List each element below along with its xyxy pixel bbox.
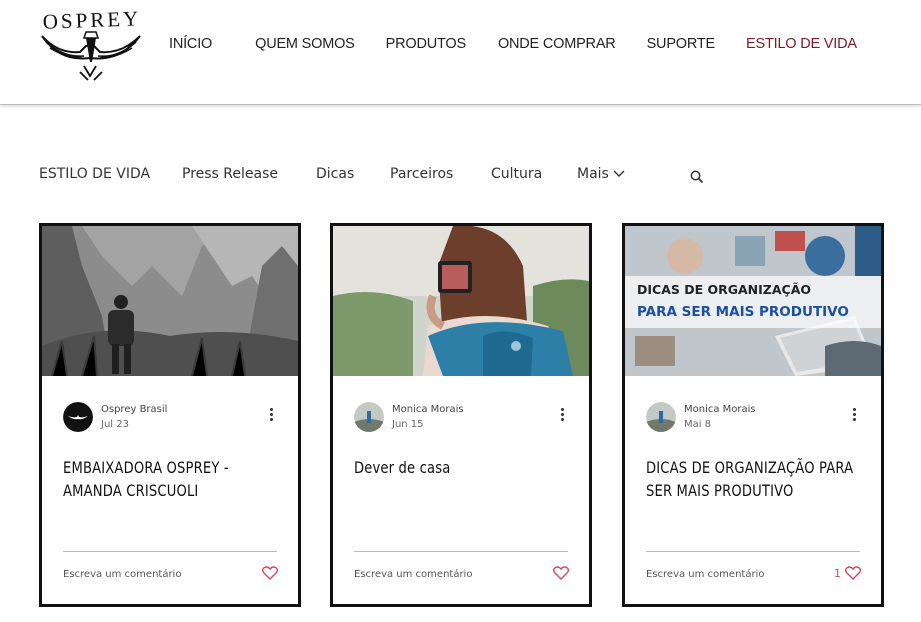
like-count: 1 bbox=[834, 566, 841, 580]
like-button[interactable] bbox=[549, 566, 569, 580]
nav-item-estilo-de-vida[interactable]: ESTILO DE VIDA bbox=[746, 36, 857, 52]
post-cover-image[interactable]: DICAS DE ORGANIZAÇÃO PARA SER MAIS PRODU… bbox=[625, 226, 881, 376]
main-nav: INÍCIO QUEM SOMOS PRODUTOS ONDE COMPRAR … bbox=[169, 36, 857, 52]
image-text-line2: PARA SER MAIS PRODUTIVO bbox=[637, 304, 849, 320]
like-button[interactable] bbox=[258, 566, 278, 580]
post-more-options-icon[interactable] bbox=[851, 408, 857, 424]
osprey-logo[interactable]: OSPREY bbox=[40, 6, 142, 84]
write-comment-link[interactable]: Escreva um comentário bbox=[646, 569, 764, 580]
post-card-body: Monica Morais Jun 15 Dever de casa Escre… bbox=[333, 376, 589, 604]
search-button[interactable] bbox=[690, 170, 706, 186]
post-cover-image[interactable] bbox=[42, 226, 298, 376]
category-more-button[interactable]: Mais bbox=[577, 166, 625, 182]
post-card[interactable]: Osprey Brasil Jul 23 EMBAIXADORA OSPREY … bbox=[39, 223, 301, 607]
heart-icon bbox=[845, 566, 861, 580]
osprey-bird-icon bbox=[41, 31, 141, 81]
post-date: Jun 15 bbox=[392, 419, 424, 430]
post-more-options-icon[interactable] bbox=[268, 408, 274, 424]
category-dicas[interactable]: Dicas bbox=[316, 166, 354, 182]
category-estilo-de-vida[interactable]: ESTILO DE VIDA bbox=[39, 166, 150, 182]
post-title[interactable]: Dever de casa bbox=[354, 456, 574, 479]
category-cultura[interactable]: Cultura bbox=[491, 166, 542, 182]
author-avatar[interactable] bbox=[646, 402, 676, 432]
post-card[interactable]: DICAS DE ORGANIZAÇÃO PARA SER MAIS PRODU… bbox=[622, 223, 884, 607]
author-name[interactable]: Monica Morais bbox=[684, 404, 756, 415]
divider bbox=[63, 551, 277, 552]
post-more-options-icon[interactable] bbox=[559, 408, 565, 424]
nav-item-onde-comprar[interactable]: ONDE COMPRAR bbox=[498, 36, 616, 52]
write-comment-link[interactable]: Escreva um comentário bbox=[63, 569, 181, 580]
post-date: Mai 8 bbox=[684, 419, 712, 430]
image-text-line1: DICAS DE ORGANIZAÇÃO bbox=[637, 282, 811, 297]
post-cover-image[interactable] bbox=[333, 226, 589, 376]
nav-item-suporte[interactable]: SUPORTE bbox=[647, 36, 716, 52]
post-card-body: Monica Morais Mai 8 DICAS DE ORGANIZAÇÃO… bbox=[625, 376, 881, 604]
write-comment-link[interactable]: Escreva um comentário bbox=[354, 569, 472, 580]
category-press-release[interactable]: Press Release bbox=[182, 166, 278, 182]
divider bbox=[646, 551, 860, 552]
like-button[interactable]: 1 bbox=[834, 566, 861, 580]
heart-icon bbox=[553, 566, 569, 580]
site-header: OSPREY INÍCIO QUEM SOMOS PRODUTOS ONDE C… bbox=[0, 0, 921, 105]
blog-category-menu: ESTILO DE VIDA Press Release Dicas Parce… bbox=[39, 166, 719, 186]
post-date: Jul 23 bbox=[101, 419, 129, 430]
author-name[interactable]: Monica Morais bbox=[392, 404, 464, 415]
search-icon bbox=[690, 170, 704, 184]
author-name[interactable]: Osprey Brasil bbox=[101, 404, 167, 415]
author-avatar[interactable] bbox=[354, 402, 384, 432]
nav-item-quem-somos[interactable]: QUEM SOMOS bbox=[255, 36, 355, 52]
post-card[interactable]: Monica Morais Jun 15 Dever de casa Escre… bbox=[330, 223, 592, 607]
post-card-body: Osprey Brasil Jul 23 EMBAIXADORA OSPREY … bbox=[42, 376, 298, 604]
nav-item-inicio[interactable]: INÍCIO bbox=[169, 36, 212, 52]
post-title[interactable]: EMBAIXADORA OSPREY - AMANDA CRISCUOLI bbox=[63, 456, 283, 502]
author-avatar[interactable] bbox=[63, 402, 93, 432]
chevron-down-icon bbox=[613, 170, 625, 177]
category-more-label: Mais bbox=[577, 166, 609, 182]
category-parceiros[interactable]: Parceiros bbox=[390, 166, 453, 182]
post-title[interactable]: DICAS DE ORGANIZAÇÃO PARA SER MAIS PRODU… bbox=[646, 456, 866, 502]
divider bbox=[354, 551, 568, 552]
heart-icon bbox=[262, 566, 278, 580]
nav-item-produtos[interactable]: PRODUTOS bbox=[386, 36, 467, 52]
